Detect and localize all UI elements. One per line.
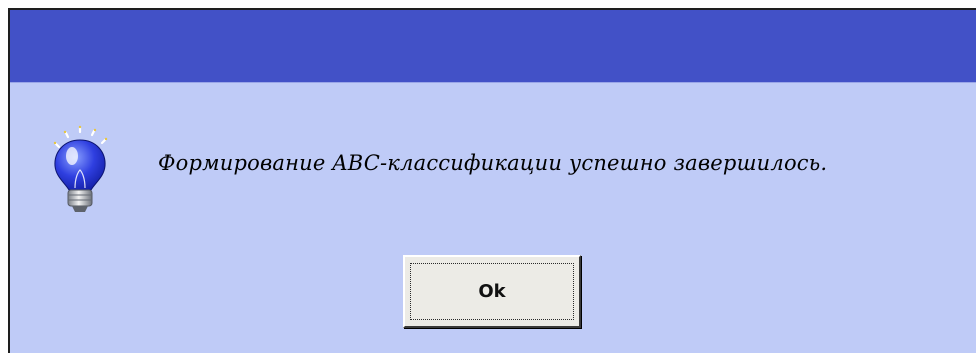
message-dialog: Формирование ABC-классификации успешно з…	[8, 8, 976, 353]
lightbulb-icon	[53, 125, 108, 212]
titlebar-divider	[10, 82, 976, 83]
ok-button-focus-rect: Ok	[410, 263, 574, 320]
ok-button-label: Ok	[478, 281, 506, 302]
ok-button[interactable]: Ok	[403, 255, 581, 328]
dialog-titlebar[interactable]	[10, 10, 976, 82]
dialog-message: Формирование ABC-классификации успешно з…	[158, 151, 828, 175]
